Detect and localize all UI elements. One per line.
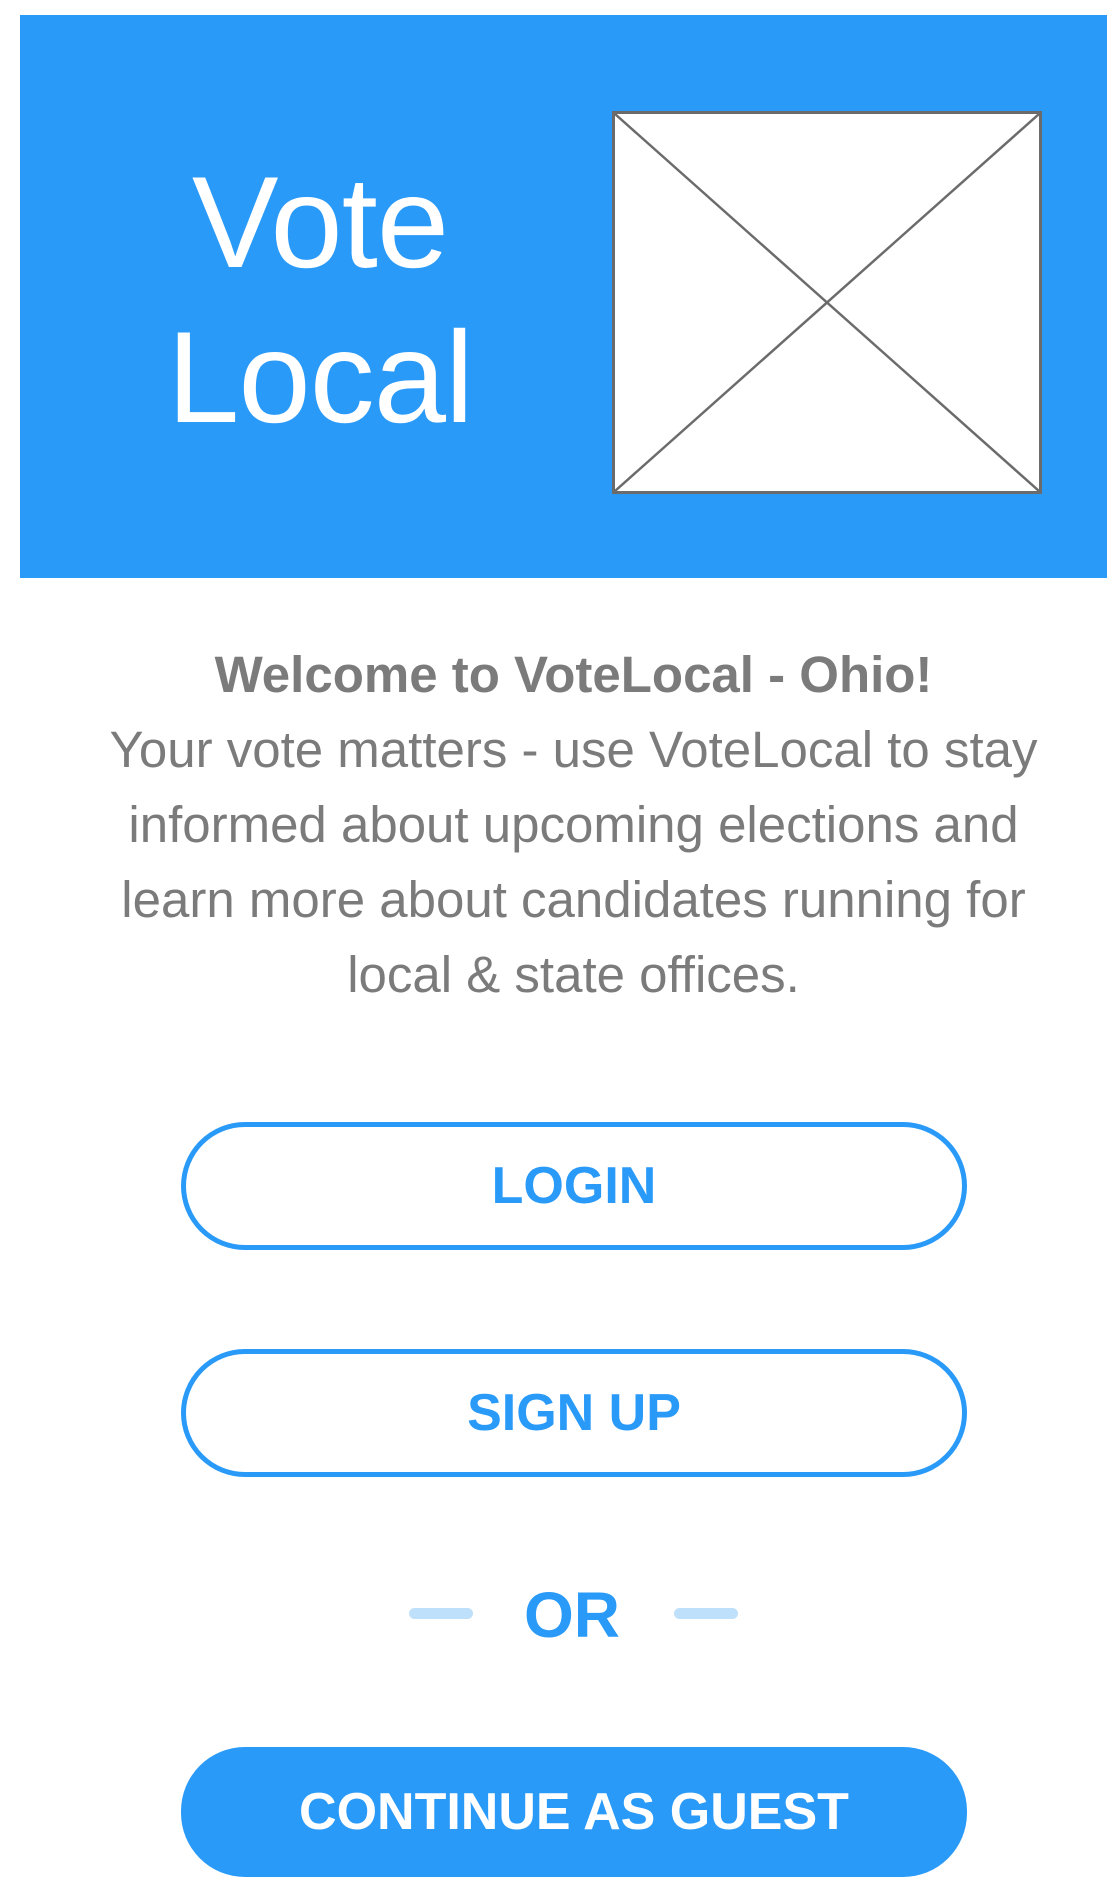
welcome-body: Your vote matters - use VoteLocal to sta… — [109, 721, 1038, 1003]
or-divider: OR — [0, 1580, 1107, 1650]
or-label: OR — [524, 1579, 620, 1651]
welcome-title: Welcome to VoteLocal - Ohio! — [214, 646, 933, 703]
brand-line-local: Local — [167, 304, 474, 450]
welcome-message: Welcome to VoteLocal - Ohio! Your vote m… — [60, 637, 1087, 1012]
header-banner: Vote Local — [20, 15, 1107, 578]
app-screen: Vote Local Welcome to VoteLocal - Ohio! … — [0, 0, 1107, 1883]
brand-line-vote: Vote — [191, 149, 449, 295]
sign-up-button[interactable]: SIGN UP — [181, 1349, 967, 1477]
divider-line-right — [674, 1608, 738, 1619]
login-button[interactable]: LOGIN — [181, 1122, 967, 1250]
image-placeholder-icon — [612, 111, 1042, 494]
continue-as-guest-button[interactable]: CONTINUE AS GUEST — [181, 1747, 967, 1877]
brand-logo-text: Vote Local — [130, 145, 510, 455]
image-placeholder-cross — [615, 114, 1039, 491]
